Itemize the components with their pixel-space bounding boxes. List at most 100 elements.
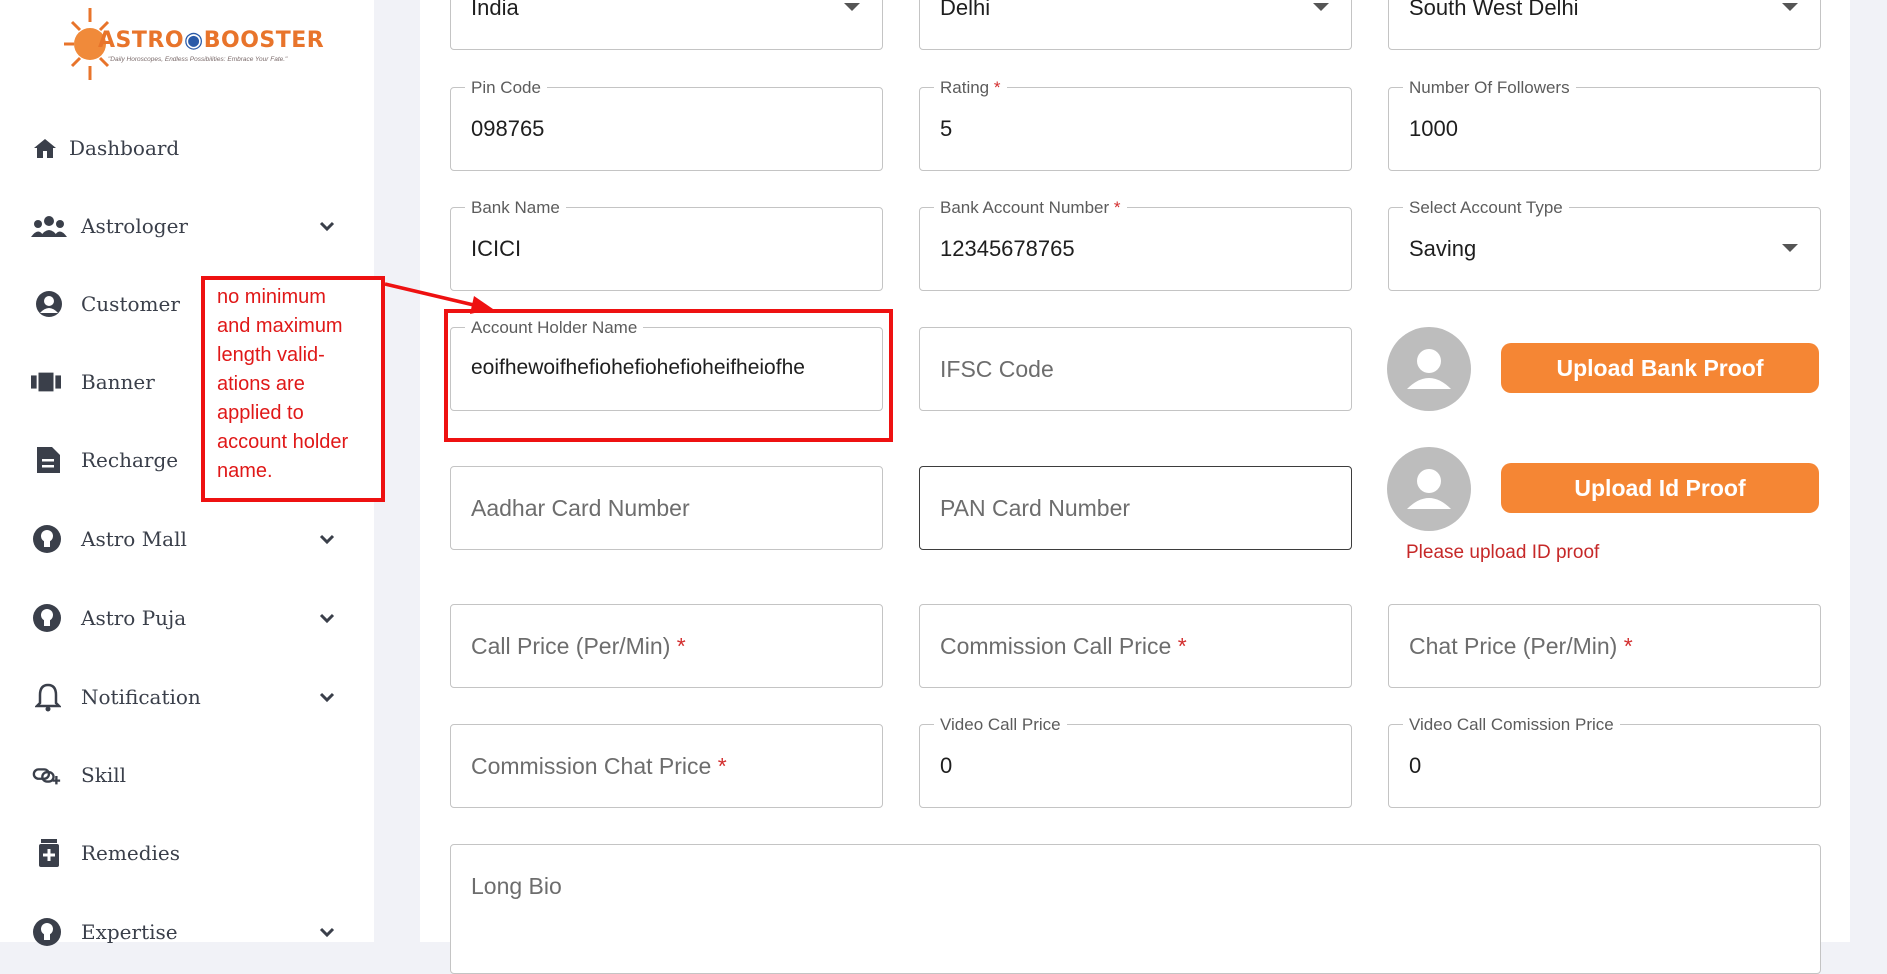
- annotation-line: ations are: [217, 373, 305, 395]
- field-placeholder: Commission Call Price *: [940, 633, 1187, 659]
- users-icon: [30, 211, 68, 241]
- field-label: Video Call Comission Price: [1403, 715, 1620, 735]
- upload-id-proof-button[interactable]: Upload Id Proof: [1501, 463, 1819, 513]
- sidebar-item-label: Astro Puja: [81, 606, 187, 630]
- sidebar-item-label: Skill: [81, 763, 127, 787]
- link-plus-icon: [32, 760, 62, 790]
- country-select[interactable]: India: [450, 0, 883, 50]
- long-bio-textarea[interactable]: Long Bio: [450, 844, 1821, 974]
- caret-down-icon: [1782, 244, 1798, 252]
- field-placeholder: Commission Chat Price *: [471, 753, 727, 779]
- sidebar-item-label: Astrologer: [81, 214, 188, 238]
- sidebar-item-label: Astro Mall: [81, 527, 187, 551]
- field-value: 098765: [471, 116, 545, 141]
- field-placeholder: Aadhar Card Number: [471, 495, 690, 521]
- city-select[interactable]: South West Delhi: [1388, 0, 1821, 50]
- banner-icon: [31, 367, 61, 397]
- chat-price-field[interactable]: Chat Price (Per/Min) *: [1388, 604, 1821, 688]
- field-placeholder: Call Price (Per/Min) *: [471, 633, 686, 659]
- annotation-line: account holder: [217, 431, 349, 453]
- brand-name: ASTRO◉BOOSTER: [98, 28, 325, 53]
- sidebar-item-astro-puja[interactable]: Astro Puja: [0, 592, 374, 644]
- chevron-down-icon: [319, 534, 335, 545]
- field-placeholder: IFSC Code: [940, 356, 1054, 382]
- sidebar-item-label: Expertise: [81, 920, 178, 944]
- lightbulb-icon: [32, 603, 62, 633]
- sidebar-item-astrologer[interactable]: Astrologer: [0, 200, 374, 252]
- aadhar-field[interactable]: Aadhar Card Number: [450, 466, 883, 550]
- field-placeholder: Chat Price (Per/Min) *: [1409, 633, 1633, 659]
- field-placeholder: PAN Card Number: [940, 495, 1131, 521]
- field-value: ICICI: [471, 236, 522, 261]
- annotation-highlight-box: [444, 309, 893, 442]
- field-value: 0: [1409, 753, 1422, 778]
- sidebar-item-label: Recharge: [81, 448, 179, 472]
- sidebar-item-astro-mall[interactable]: Astro Mall: [0, 513, 374, 565]
- field-label: Rating *: [934, 78, 1007, 98]
- brand-logo[interactable]: ASTRO◉BOOSTER "Daily Horoscopes, Endless…: [60, 4, 324, 84]
- document-icon: [33, 445, 63, 475]
- field-label: Number Of Followers: [1403, 78, 1576, 98]
- id-proof-avatar: [1387, 447, 1471, 531]
- annotation-line: name.: [217, 460, 273, 482]
- caret-down-icon: [1313, 3, 1329, 11]
- chevron-down-icon: [319, 692, 335, 703]
- user-placeholder-icon: [1407, 349, 1451, 389]
- commission-chat-price-field[interactable]: Commission Chat Price *: [450, 724, 883, 808]
- sidebar-item-notification[interactable]: Notification: [0, 671, 374, 723]
- country-value: India: [471, 0, 519, 20]
- field-value: 0: [940, 753, 953, 778]
- sidebar-item-remedies[interactable]: Remedies: [0, 827, 374, 879]
- ifsc-code-field[interactable]: IFSC Code: [919, 327, 1352, 411]
- field-label: Bank Account Number *: [934, 198, 1127, 218]
- field-label: Video Call Price: [934, 715, 1067, 735]
- city-value: South West Delhi: [1409, 0, 1579, 20]
- commission-call-price-field[interactable]: Commission Call Price *: [919, 604, 1352, 688]
- id-proof-error-message: Please upload ID proof: [1406, 542, 1600, 563]
- call-price-field[interactable]: Call Price (Per/Min) *: [450, 604, 883, 688]
- followers-field[interactable]: Number Of Followers 1000: [1388, 78, 1821, 171]
- caret-down-icon: [1782, 3, 1798, 11]
- rating-field[interactable]: Rating * 5: [919, 78, 1352, 171]
- lightbulb-icon: [32, 524, 62, 554]
- field-placeholder: Long Bio: [471, 873, 562, 899]
- bank-proof-avatar: [1387, 327, 1471, 411]
- sidebar-item-label: Notification: [81, 685, 201, 709]
- account-type-select[interactable]: Select Account Type Saving: [1388, 198, 1821, 291]
- sidebar-item-dashboard[interactable]: Dashboard: [0, 122, 374, 174]
- bell-icon: [33, 682, 63, 712]
- state-value: Delhi: [940, 0, 991, 20]
- brand-tagline: "Daily Horoscopes, Endless Possibilities…: [108, 56, 288, 63]
- annotation-line: applied to: [217, 402, 304, 424]
- annotation-callout: no minimum and maximum length valid- ati…: [201, 276, 385, 502]
- bank-name-field[interactable]: Bank Name ICICI: [450, 198, 883, 291]
- video-call-commission-field[interactable]: Video Call Comission Price 0: [1388, 715, 1821, 808]
- video-call-price-field[interactable]: Video Call Price 0: [919, 715, 1352, 808]
- field-value: 12345678765: [940, 236, 1075, 261]
- upload-bank-proof-button[interactable]: Upload Bank Proof: [1501, 343, 1819, 393]
- field-label: Pin Code: [465, 78, 547, 98]
- bank-account-number-field[interactable]: Bank Account Number * 12345678765: [919, 198, 1352, 291]
- sidebar-item-label: Remedies: [81, 841, 180, 865]
- field-label: Select Account Type: [1403, 198, 1569, 218]
- lightbulb-icon: [32, 917, 62, 947]
- user-placeholder-icon: [1407, 469, 1451, 509]
- sidebar-item-label: Banner: [81, 370, 155, 394]
- sidebar-item-expertise[interactable]: Expertise: [0, 906, 374, 958]
- medical-icon: [34, 838, 64, 868]
- field-value: 1000: [1409, 116, 1458, 141]
- home-icon: [30, 133, 60, 163]
- annotation-line: and maximum: [217, 315, 343, 337]
- annotation-line: length valid-: [217, 344, 325, 366]
- field-label: Bank Name: [465, 198, 566, 218]
- caret-down-icon: [844, 3, 860, 11]
- field-value: 5: [940, 116, 953, 141]
- state-select[interactable]: Delhi: [919, 0, 1352, 50]
- sidebar-item-label: Customer: [81, 292, 180, 316]
- pin-code-field[interactable]: Pin Code 098765: [450, 78, 883, 171]
- annotation-line: no minimum: [217, 286, 326, 308]
- sidebar-item-skill[interactable]: Skill: [0, 749, 374, 801]
- chevron-down-icon: [319, 927, 335, 938]
- pan-field[interactable]: PAN Card Number: [919, 466, 1352, 550]
- chevron-down-icon: [319, 221, 335, 232]
